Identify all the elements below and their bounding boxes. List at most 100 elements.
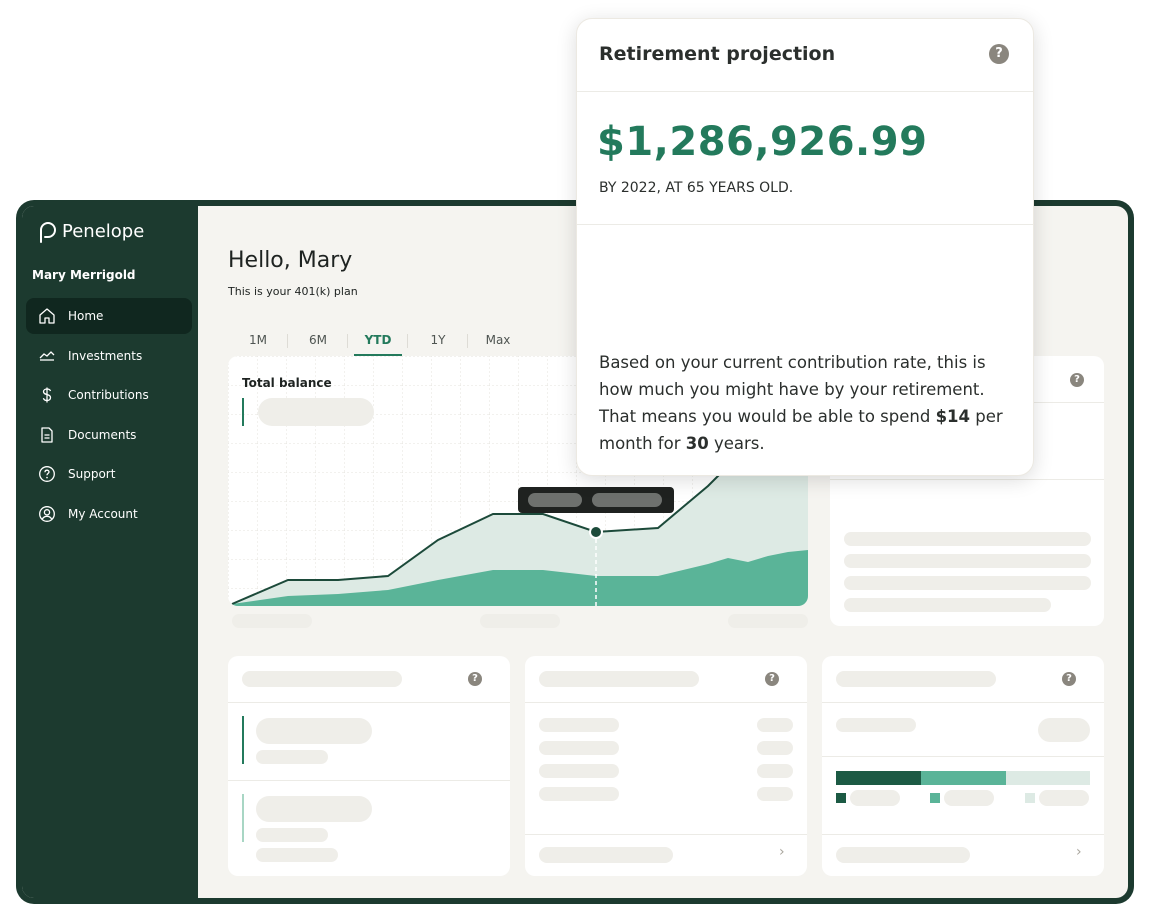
sidebar-item-label: Investments bbox=[68, 348, 143, 363]
divider bbox=[525, 702, 807, 703]
sidebar: Penelope Mary Merrigold Home Investments… bbox=[22, 206, 198, 898]
divider bbox=[228, 702, 510, 703]
description-text: years. bbox=[708, 434, 765, 453]
dollar-icon bbox=[42, 387, 52, 403]
text-placeholder bbox=[757, 787, 793, 801]
projection-subtitle: BY 2022, AT 65 YEARS OLD. bbox=[599, 180, 794, 196]
text-placeholder bbox=[844, 576, 1091, 590]
balance-indicator bbox=[242, 398, 244, 426]
balance-value-placeholder bbox=[258, 398, 374, 426]
help-circle-icon bbox=[39, 466, 55, 482]
time-range-tabs: 1M 6M YTD 1Y Max bbox=[228, 326, 528, 356]
retirement-projection-popup: Retirement projection ? $1,286,926.99 BY… bbox=[576, 18, 1034, 476]
bottom-card-2: ? › bbox=[525, 656, 807, 876]
help-icon[interactable]: ? bbox=[765, 672, 779, 686]
legend-swatch bbox=[930, 793, 940, 803]
axis-label-placeholder bbox=[728, 614, 808, 628]
popup-title: Retirement projection bbox=[599, 43, 836, 65]
text-placeholder bbox=[256, 848, 338, 862]
divider bbox=[228, 780, 510, 781]
text-placeholder bbox=[256, 828, 328, 842]
chevron-right-icon[interactable]: › bbox=[779, 844, 785, 860]
card-title-placeholder bbox=[539, 671, 699, 687]
tab-6m[interactable]: 6M bbox=[288, 326, 348, 356]
home-icon bbox=[39, 308, 55, 324]
help-icon[interactable]: ? bbox=[468, 672, 482, 686]
text-placeholder bbox=[836, 718, 916, 732]
divider bbox=[577, 91, 1033, 92]
bottom-card-1: ? bbox=[228, 656, 510, 876]
text-placeholder bbox=[844, 554, 1091, 568]
tab-1y[interactable]: 1Y bbox=[408, 326, 468, 356]
series-indicator bbox=[242, 716, 244, 764]
account-icon bbox=[39, 505, 55, 522]
sidebar-item-documents[interactable]: Documents bbox=[26, 417, 192, 453]
divider bbox=[822, 702, 1104, 703]
sidebar-item-label: Home bbox=[68, 309, 104, 323]
sidebar-item-my-account[interactable]: My Account bbox=[26, 496, 192, 532]
divider bbox=[525, 834, 807, 835]
tab-ytd[interactable]: YTD bbox=[348, 326, 408, 356]
years-count: 30 bbox=[685, 434, 709, 453]
text-placeholder bbox=[256, 750, 328, 764]
sidebar-item-label: My Account bbox=[68, 506, 138, 521]
help-icon[interactable]: ? bbox=[1062, 672, 1076, 686]
text-placeholder bbox=[757, 741, 793, 755]
divider bbox=[577, 224, 1033, 225]
sidebar-nav: Home Investments Contributions Documents… bbox=[26, 298, 192, 535]
sidebar-item-label: Contributions bbox=[68, 388, 149, 402]
document-icon bbox=[41, 426, 53, 443]
chart-title: Total balance bbox=[242, 376, 332, 390]
user-name: Mary Merrigold bbox=[32, 268, 136, 282]
axis-label-placeholder bbox=[232, 614, 312, 628]
sidebar-item-contributions[interactable]: Contributions bbox=[26, 377, 192, 413]
legend-swatch bbox=[836, 793, 846, 803]
text-placeholder bbox=[844, 598, 1051, 612]
value-placeholder bbox=[256, 718, 372, 744]
divider bbox=[830, 479, 1104, 480]
axis-label-placeholder bbox=[480, 614, 560, 628]
sidebar-item-home[interactable]: Home bbox=[26, 298, 192, 334]
monthly-amount: $14 bbox=[935, 407, 971, 426]
series-indicator bbox=[242, 794, 244, 842]
bottom-card-3: ? › bbox=[822, 656, 1104, 876]
text-placeholder bbox=[539, 718, 619, 732]
card-title-placeholder bbox=[242, 671, 402, 687]
value-placeholder bbox=[256, 796, 372, 822]
sidebar-item-label: Documents bbox=[68, 427, 137, 442]
allocation-bar-segment bbox=[1006, 771, 1090, 785]
tab-max[interactable]: Max bbox=[468, 326, 528, 356]
chart-hover-point[interactable] bbox=[589, 525, 603, 539]
tab-1m[interactable]: 1M bbox=[228, 326, 288, 356]
help-icon[interactable]: ? bbox=[989, 44, 1009, 64]
legend-placeholder bbox=[944, 790, 994, 806]
brand-logo[interactable]: Penelope bbox=[36, 218, 144, 244]
sidebar-item-investments[interactable]: Investments bbox=[26, 338, 192, 374]
sidebar-item-support[interactable]: Support bbox=[26, 456, 192, 492]
divider bbox=[822, 756, 1104, 757]
divider bbox=[822, 834, 1104, 835]
link-placeholder[interactable] bbox=[539, 847, 673, 863]
description-text: Based on your current contribution rate,… bbox=[599, 353, 986, 426]
link-placeholder[interactable] bbox=[836, 847, 970, 863]
text-placeholder bbox=[539, 787, 619, 801]
text-placeholder bbox=[539, 764, 619, 778]
text-placeholder bbox=[539, 741, 619, 755]
page-title: Hello, Mary bbox=[228, 248, 353, 273]
legend-placeholder bbox=[1039, 790, 1089, 806]
penelope-logo-icon bbox=[40, 222, 56, 243]
help-icon[interactable]: ? bbox=[1070, 373, 1084, 387]
allocation-bar-segment bbox=[921, 771, 1006, 785]
investments-icon bbox=[39, 350, 55, 361]
sidebar-item-label: Support bbox=[68, 467, 116, 481]
text-placeholder bbox=[844, 532, 1091, 546]
text-placeholder bbox=[757, 718, 793, 732]
legend-placeholder bbox=[850, 790, 900, 806]
chevron-right-icon[interactable]: › bbox=[1076, 844, 1082, 860]
value-placeholder bbox=[1038, 718, 1090, 742]
projection-description: Based on your current contribution rate,… bbox=[599, 349, 1019, 457]
allocation-bar-segment bbox=[836, 771, 921, 785]
projection-amount: $1,286,926.99 bbox=[597, 119, 928, 165]
page-subtitle: This is your 401(k) plan bbox=[228, 285, 358, 298]
legend-swatch bbox=[1025, 793, 1035, 803]
